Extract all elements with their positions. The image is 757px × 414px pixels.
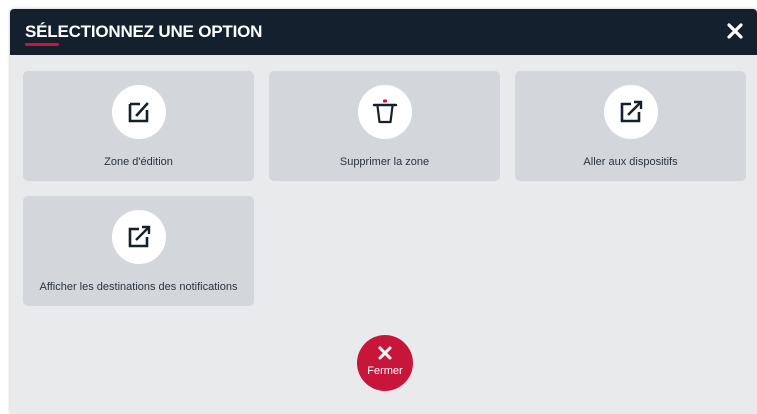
- modal-title: SÉLECTIONNEZ UNE OPTION: [25, 22, 263, 41]
- option-modal: SÉLECTIONNEZ UNE OPTION Zone d'édition S…: [10, 9, 757, 414]
- external-link-icon: [620, 100, 642, 123]
- option-label: Zone d'édition: [104, 156, 173, 168]
- title-underline: [25, 43, 59, 46]
- option-label: Aller aux dispositifs: [583, 156, 678, 168]
- external-link-icon: [128, 225, 150, 248]
- edit-icon-circle: [111, 85, 166, 139]
- trash-icon-circle: [357, 85, 412, 139]
- edit-icon: [128, 102, 149, 123]
- external-link-icon-circle: [603, 85, 658, 139]
- close-button[interactable]: Fermer: [357, 335, 413, 391]
- close-icon[interactable]: [725, 21, 745, 41]
- option-go-to-devices[interactable]: Aller aux dispositifs: [515, 71, 746, 181]
- close-button-label: Fermer: [367, 365, 403, 377]
- option-label: Supprimer la zone: [339, 156, 430, 168]
- external-link-icon-circle: [111, 210, 166, 264]
- option-label: Afficher les destinations des notificati…: [39, 281, 238, 293]
- option-show-notification-destinations[interactable]: Afficher les destinations des notificati…: [23, 196, 254, 306]
- trash-icon: [372, 99, 397, 124]
- option-edit-zone[interactable]: Zone d'édition: [23, 71, 254, 181]
- modal-header: SÉLECTIONNEZ UNE OPTION: [10, 9, 757, 55]
- option-delete-zone[interactable]: Supprimer la zone: [269, 71, 500, 181]
- close-icon: [378, 346, 392, 360]
